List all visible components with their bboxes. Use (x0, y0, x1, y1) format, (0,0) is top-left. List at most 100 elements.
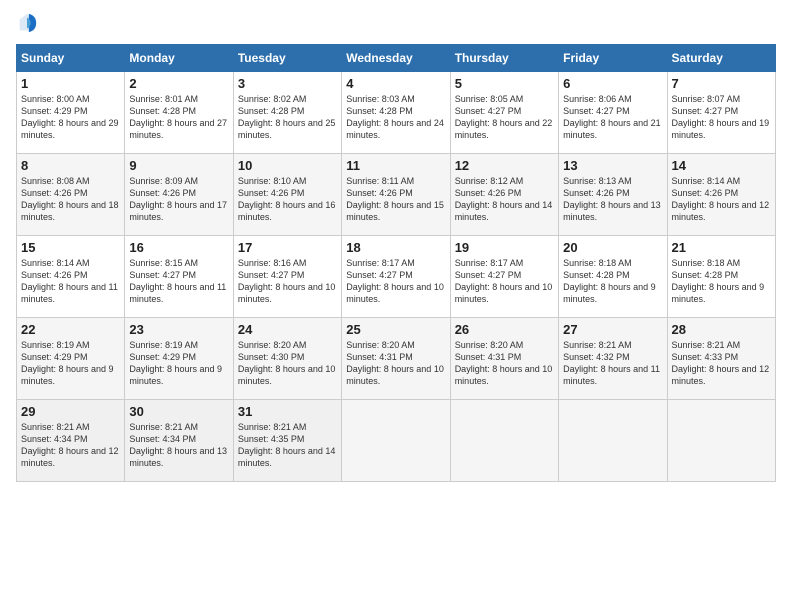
calendar-cell (559, 400, 667, 482)
day-number: 2 (129, 76, 228, 91)
day-number: 30 (129, 404, 228, 419)
cell-info: Sunrise: 8:11 AMSunset: 4:26 PMDaylight:… (346, 175, 445, 224)
day-number: 26 (455, 322, 554, 337)
calendar-week-2: 8 Sunrise: 8:08 AMSunset: 4:26 PMDayligh… (17, 154, 776, 236)
calendar-table: SundayMondayTuesdayWednesdayThursdayFrid… (16, 44, 776, 482)
calendar-cell: 31 Sunrise: 8:21 AMSunset: 4:35 PMDaylig… (233, 400, 341, 482)
cell-info: Sunrise: 8:14 AMSunset: 4:26 PMDaylight:… (672, 175, 771, 224)
cell-info: Sunrise: 8:12 AMSunset: 4:26 PMDaylight:… (455, 175, 554, 224)
cell-info: Sunrise: 8:20 AMSunset: 4:31 PMDaylight:… (455, 339, 554, 388)
day-number: 20 (563, 240, 662, 255)
calendar-week-5: 29 Sunrise: 8:21 AMSunset: 4:34 PMDaylig… (17, 400, 776, 482)
cell-info: Sunrise: 8:05 AMSunset: 4:27 PMDaylight:… (455, 93, 554, 142)
calendar-cell: 8 Sunrise: 8:08 AMSunset: 4:26 PMDayligh… (17, 154, 125, 236)
day-number: 24 (238, 322, 337, 337)
calendar-cell: 11 Sunrise: 8:11 AMSunset: 4:26 PMDaylig… (342, 154, 450, 236)
weekday-header-friday: Friday (559, 45, 667, 72)
cell-info: Sunrise: 8:21 AMSunset: 4:34 PMDaylight:… (129, 421, 228, 470)
calendar-cell: 14 Sunrise: 8:14 AMSunset: 4:26 PMDaylig… (667, 154, 775, 236)
cell-info: Sunrise: 8:08 AMSunset: 4:26 PMDaylight:… (21, 175, 120, 224)
calendar-cell: 5 Sunrise: 8:05 AMSunset: 4:27 PMDayligh… (450, 72, 558, 154)
cell-info: Sunrise: 8:21 AMSunset: 4:33 PMDaylight:… (672, 339, 771, 388)
calendar-cell: 16 Sunrise: 8:15 AMSunset: 4:27 PMDaylig… (125, 236, 233, 318)
day-number: 5 (455, 76, 554, 91)
weekday-header-saturday: Saturday (667, 45, 775, 72)
page-header (16, 12, 776, 34)
day-number: 1 (21, 76, 120, 91)
day-number: 27 (563, 322, 662, 337)
calendar-cell: 26 Sunrise: 8:20 AMSunset: 4:31 PMDaylig… (450, 318, 558, 400)
day-number: 6 (563, 76, 662, 91)
calendar-cell: 21 Sunrise: 8:18 AMSunset: 4:28 PMDaylig… (667, 236, 775, 318)
weekday-header-tuesday: Tuesday (233, 45, 341, 72)
day-number: 9 (129, 158, 228, 173)
cell-info: Sunrise: 8:14 AMSunset: 4:26 PMDaylight:… (21, 257, 120, 306)
day-number: 12 (455, 158, 554, 173)
cell-info: Sunrise: 8:10 AMSunset: 4:26 PMDaylight:… (238, 175, 337, 224)
day-number: 28 (672, 322, 771, 337)
day-number: 21 (672, 240, 771, 255)
cell-info: Sunrise: 8:15 AMSunset: 4:27 PMDaylight:… (129, 257, 228, 306)
calendar-cell: 13 Sunrise: 8:13 AMSunset: 4:26 PMDaylig… (559, 154, 667, 236)
calendar-cell: 28 Sunrise: 8:21 AMSunset: 4:33 PMDaylig… (667, 318, 775, 400)
day-number: 16 (129, 240, 228, 255)
day-number: 14 (672, 158, 771, 173)
cell-info: Sunrise: 8:13 AMSunset: 4:26 PMDaylight:… (563, 175, 662, 224)
calendar-week-1: 1 Sunrise: 8:00 AMSunset: 4:29 PMDayligh… (17, 72, 776, 154)
day-number: 8 (21, 158, 120, 173)
calendar-cell: 6 Sunrise: 8:06 AMSunset: 4:27 PMDayligh… (559, 72, 667, 154)
cell-info: Sunrise: 8:19 AMSunset: 4:29 PMDaylight:… (129, 339, 228, 388)
calendar-cell: 22 Sunrise: 8:19 AMSunset: 4:29 PMDaylig… (17, 318, 125, 400)
cell-info: Sunrise: 8:09 AMSunset: 4:26 PMDaylight:… (129, 175, 228, 224)
cell-info: Sunrise: 8:20 AMSunset: 4:30 PMDaylight:… (238, 339, 337, 388)
logo-icon (16, 12, 38, 34)
day-number: 4 (346, 76, 445, 91)
calendar-cell (667, 400, 775, 482)
cell-info: Sunrise: 8:02 AMSunset: 4:28 PMDaylight:… (238, 93, 337, 142)
day-number: 22 (21, 322, 120, 337)
calendar-cell: 7 Sunrise: 8:07 AMSunset: 4:27 PMDayligh… (667, 72, 775, 154)
day-number: 25 (346, 322, 445, 337)
cell-info: Sunrise: 8:20 AMSunset: 4:31 PMDaylight:… (346, 339, 445, 388)
calendar-cell: 20 Sunrise: 8:18 AMSunset: 4:28 PMDaylig… (559, 236, 667, 318)
calendar-header-row: SundayMondayTuesdayWednesdayThursdayFrid… (17, 45, 776, 72)
cell-info: Sunrise: 8:18 AMSunset: 4:28 PMDaylight:… (672, 257, 771, 306)
calendar-cell: 2 Sunrise: 8:01 AMSunset: 4:28 PMDayligh… (125, 72, 233, 154)
cell-info: Sunrise: 8:03 AMSunset: 4:28 PMDaylight:… (346, 93, 445, 142)
cell-info: Sunrise: 8:18 AMSunset: 4:28 PMDaylight:… (563, 257, 662, 306)
calendar-cell: 27 Sunrise: 8:21 AMSunset: 4:32 PMDaylig… (559, 318, 667, 400)
calendar-cell: 29 Sunrise: 8:21 AMSunset: 4:34 PMDaylig… (17, 400, 125, 482)
cell-info: Sunrise: 8:21 AMSunset: 4:35 PMDaylight:… (238, 421, 337, 470)
weekday-header-monday: Monday (125, 45, 233, 72)
day-number: 19 (455, 240, 554, 255)
cell-info: Sunrise: 8:17 AMSunset: 4:27 PMDaylight:… (455, 257, 554, 306)
calendar-week-4: 22 Sunrise: 8:19 AMSunset: 4:29 PMDaylig… (17, 318, 776, 400)
day-number: 10 (238, 158, 337, 173)
day-number: 29 (21, 404, 120, 419)
day-number: 18 (346, 240, 445, 255)
cell-info: Sunrise: 8:16 AMSunset: 4:27 PMDaylight:… (238, 257, 337, 306)
calendar-cell: 24 Sunrise: 8:20 AMSunset: 4:30 PMDaylig… (233, 318, 341, 400)
calendar-cell (342, 400, 450, 482)
weekday-header-wednesday: Wednesday (342, 45, 450, 72)
cell-info: Sunrise: 8:00 AMSunset: 4:29 PMDaylight:… (21, 93, 120, 142)
calendar-cell: 15 Sunrise: 8:14 AMSunset: 4:26 PMDaylig… (17, 236, 125, 318)
cell-info: Sunrise: 8:06 AMSunset: 4:27 PMDaylight:… (563, 93, 662, 142)
cell-info: Sunrise: 8:21 AMSunset: 4:34 PMDaylight:… (21, 421, 120, 470)
calendar-cell: 4 Sunrise: 8:03 AMSunset: 4:28 PMDayligh… (342, 72, 450, 154)
cell-info: Sunrise: 8:01 AMSunset: 4:28 PMDaylight:… (129, 93, 228, 142)
day-number: 15 (21, 240, 120, 255)
calendar-cell: 30 Sunrise: 8:21 AMSunset: 4:34 PMDaylig… (125, 400, 233, 482)
calendar-cell: 23 Sunrise: 8:19 AMSunset: 4:29 PMDaylig… (125, 318, 233, 400)
cell-info: Sunrise: 8:07 AMSunset: 4:27 PMDaylight:… (672, 93, 771, 142)
day-number: 7 (672, 76, 771, 91)
day-number: 3 (238, 76, 337, 91)
day-number: 23 (129, 322, 228, 337)
weekday-header-thursday: Thursday (450, 45, 558, 72)
calendar-cell: 3 Sunrise: 8:02 AMSunset: 4:28 PMDayligh… (233, 72, 341, 154)
day-number: 31 (238, 404, 337, 419)
logo (16, 12, 42, 34)
weekday-header-sunday: Sunday (17, 45, 125, 72)
cell-info: Sunrise: 8:17 AMSunset: 4:27 PMDaylight:… (346, 257, 445, 306)
cell-info: Sunrise: 8:21 AMSunset: 4:32 PMDaylight:… (563, 339, 662, 388)
